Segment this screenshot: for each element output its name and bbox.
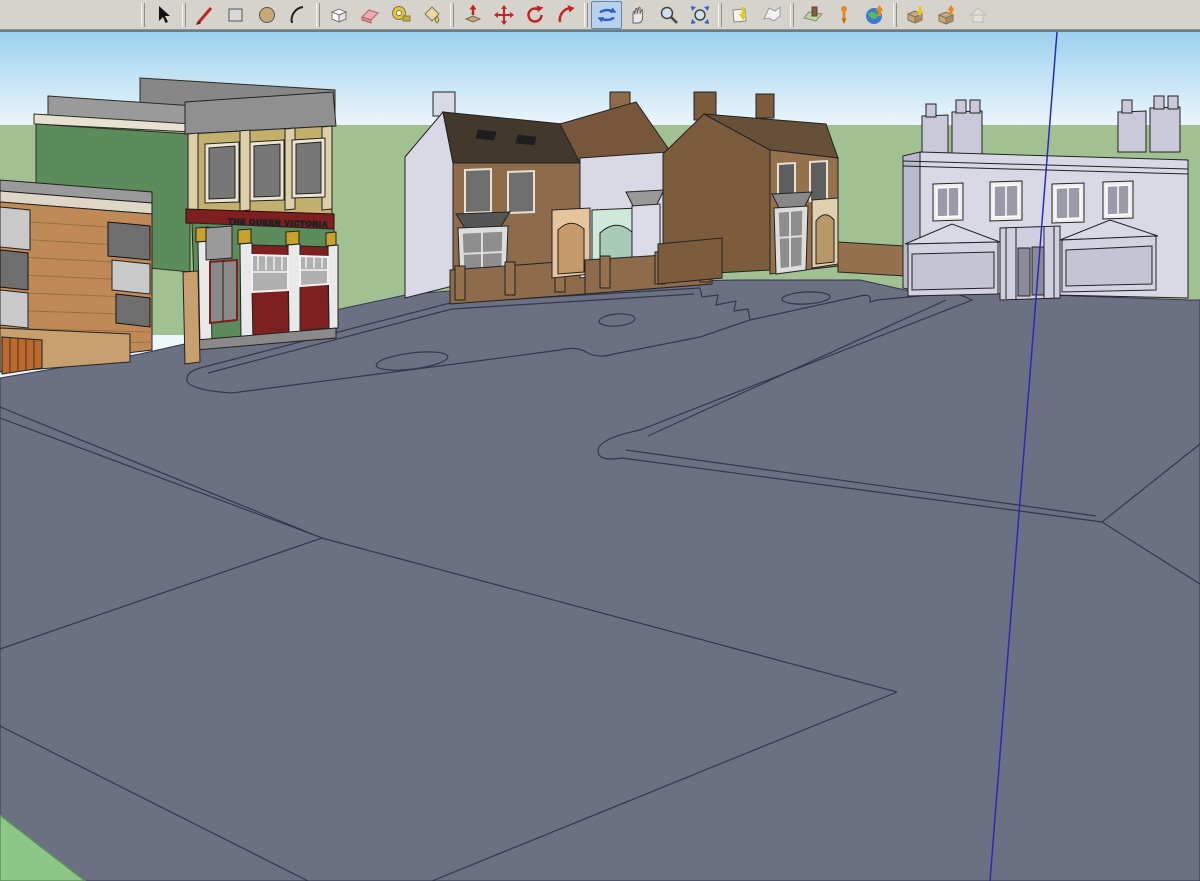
rectangle-icon	[225, 4, 247, 26]
building-queen-vic-pub[interactable]: THE QUEEN VICTORIA	[183, 92, 338, 364]
toolbar-separator	[718, 3, 722, 27]
share-model-icon	[936, 4, 958, 26]
tool-toggle-terrain-button[interactable]	[756, 1, 787, 29]
tool-get-current-view-button[interactable]	[725, 1, 756, 29]
zoom-extents-icon	[689, 4, 711, 26]
tool-tape-measure-button[interactable]	[385, 1, 416, 29]
pan-icon	[627, 4, 649, 26]
building-wood-clad[interactable]	[0, 180, 152, 374]
tool-paint-bucket-button[interactable]	[416, 1, 447, 29]
tool-offset-button[interactable]	[550, 1, 581, 29]
place-model-icon	[802, 4, 824, 26]
tool-zoom-extents-button[interactable]	[684, 1, 715, 29]
offset-icon	[555, 4, 577, 26]
tool-zoom-button[interactable]	[653, 1, 684, 29]
toolbar-spacer	[0, 0, 138, 29]
get-models-icon	[905, 4, 927, 26]
toolbar-separator	[141, 3, 145, 27]
tool-select-button[interactable]	[148, 1, 179, 29]
tool-line-button[interactable]	[189, 1, 220, 29]
tool-rectangle-button[interactable]	[220, 1, 251, 29]
google-earth-icon	[864, 4, 886, 26]
make-component-icon	[328, 4, 350, 26]
toolbar-separator	[316, 3, 320, 27]
toolbar-separator	[584, 3, 588, 27]
tool-google-earth-button[interactable]	[859, 1, 890, 29]
paint-bucket-icon	[421, 4, 443, 26]
line-icon	[194, 4, 216, 26]
tool-house-button[interactable]	[962, 1, 993, 29]
orbit-icon	[596, 4, 618, 26]
viewport-3d[interactable]: THE QUEEN VICTORIA	[0, 30, 1200, 881]
tool-move-button[interactable]	[488, 1, 519, 29]
push-pull-icon	[462, 4, 484, 26]
eraser-icon	[359, 4, 381, 26]
toolbar	[0, 0, 1200, 30]
toggle-terrain-icon	[761, 4, 783, 26]
arc-icon	[287, 4, 309, 26]
circle-icon	[256, 4, 278, 26]
house-icon	[967, 4, 989, 26]
tool-get-models-button[interactable]	[900, 1, 931, 29]
tool-rotate-button[interactable]	[519, 1, 550, 29]
tool-arc-button[interactable]	[282, 1, 313, 29]
toolbar-separator	[182, 3, 186, 27]
tool-make-component-button[interactable]	[323, 1, 354, 29]
zoom-icon	[658, 4, 680, 26]
sketchup-window: THE QUEEN VICTORIA	[0, 0, 1200, 881]
tool-circle-button[interactable]	[251, 1, 282, 29]
toolbar-separator	[790, 3, 794, 27]
toolbar-separator	[450, 3, 454, 27]
tool-place-model-button[interactable]	[797, 1, 828, 29]
road-plane[interactable]	[0, 280, 1200, 881]
tool-share-model-button[interactable]	[931, 1, 962, 29]
tool-orbit-button[interactable]	[591, 1, 622, 29]
toolbar-tools	[138, 1, 993, 29]
move-icon	[493, 4, 515, 26]
tool-push-pull-button[interactable]	[457, 1, 488, 29]
rotate-icon	[524, 4, 546, 26]
select-icon	[153, 4, 175, 26]
tool-photo-pin-button[interactable]	[828, 1, 859, 29]
tape-measure-icon	[390, 4, 412, 26]
tool-pan-button[interactable]	[622, 1, 653, 29]
tool-eraser-button[interactable]	[354, 1, 385, 29]
photo-pin-icon	[833, 4, 855, 26]
get-current-view-icon	[730, 4, 752, 26]
toolbar-separator	[893, 3, 897, 27]
